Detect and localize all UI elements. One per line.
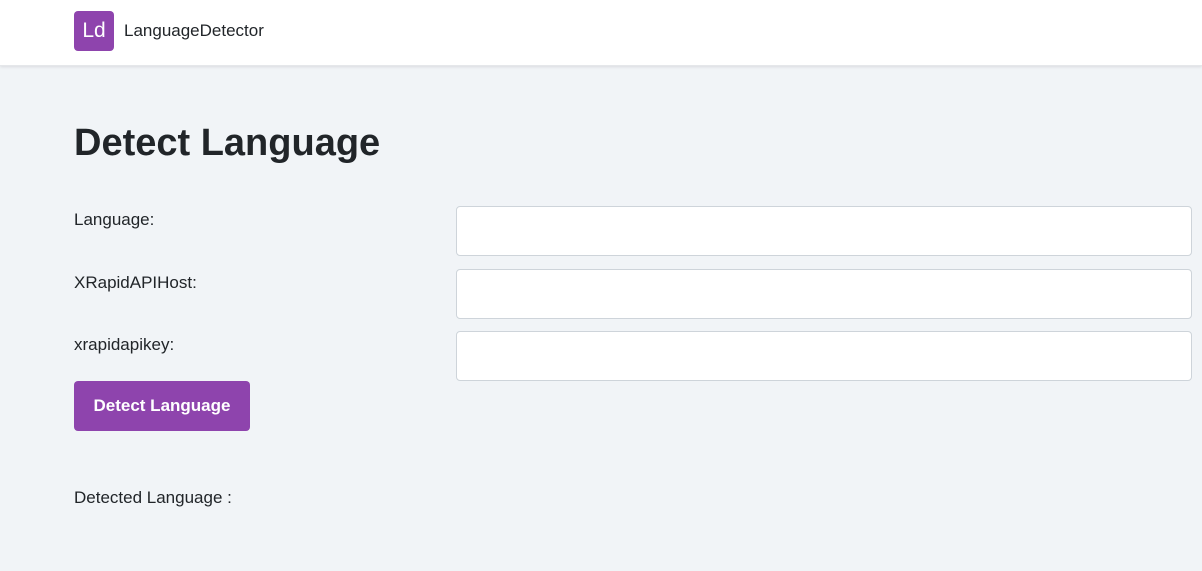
detected-language-label: Detected Language : <box>74 488 232 507</box>
language-input[interactable] <box>456 206 1192 256</box>
xrapidapikey-label: xrapidapikey: <box>74 335 175 354</box>
detected-language-result: Detected Language : <box>74 487 238 509</box>
xrapidapihost-label: XRapidAPIHost: <box>74 273 197 292</box>
brand-name[interactable]: LanguageDetector <box>124 20 264 42</box>
language-label: Language: <box>74 210 155 229</box>
app-logo[interactable]: Ld <box>74 11 114 51</box>
xrapidapikey-input[interactable] <box>456 331 1192 381</box>
navbar: Ld LanguageDetector <box>0 0 1202 66</box>
xrapidapihost-input[interactable] <box>456 269 1192 319</box>
page-title: Detect Language <box>74 122 381 164</box>
detect-language-button[interactable]: Detect Language <box>74 381 250 431</box>
